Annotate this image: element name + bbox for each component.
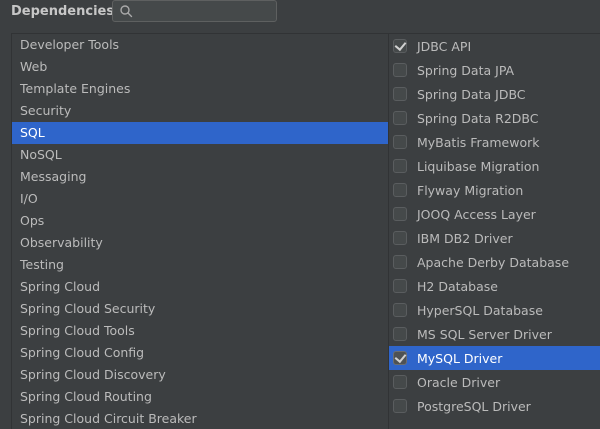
category-item[interactable]: Spring Cloud Tools (12, 320, 388, 342)
dependency-label: Spring Data JPA (417, 62, 515, 78)
dependency-item[interactable]: Oracle Driver (389, 370, 600, 394)
category-item[interactable]: Messaging (12, 166, 388, 188)
search-field[interactable] (112, 0, 277, 22)
dependency-label: H2 Database (417, 278, 498, 294)
category-item[interactable]: Spring Cloud Routing (12, 386, 388, 408)
dependency-item[interactable]: Spring Data JPA (389, 58, 600, 82)
category-list[interactable]: Developer Tools Web Template Engines Securi… (11, 33, 389, 429)
category-item[interactable]: I/O (12, 188, 388, 210)
checkbox[interactable] (393, 279, 407, 293)
category-item[interactable]: Security (12, 100, 388, 122)
dependency-item[interactable]: MySQL Driver (389, 346, 600, 370)
dependency-label: Oracle Driver (417, 374, 501, 390)
dependencies-header: Dependencies (0, 0, 600, 26)
dependency-item[interactable]: JDBC API (389, 34, 600, 58)
checkbox[interactable] (393, 135, 407, 149)
category-item[interactable]: Template Engines (12, 78, 388, 100)
checkbox[interactable] (393, 303, 407, 317)
category-item[interactable]: Spring Cloud Discovery (12, 364, 388, 386)
dependency-label: HyperSQL Database (417, 302, 543, 318)
category-item[interactable]: Spring Cloud Circuit Breaker (12, 408, 388, 429)
checkbox[interactable] (393, 87, 407, 101)
category-item[interactable]: Spring Cloud Security (12, 298, 388, 320)
category-item[interactable]: SQL (12, 122, 388, 144)
dependency-item[interactable]: Liquibase Migration (389, 154, 600, 178)
dependency-item[interactable]: Spring Data R2DBC (389, 106, 600, 130)
checkbox[interactable] (393, 327, 407, 341)
dependency-item[interactable]: HyperSQL Database (389, 298, 600, 322)
dependency-label: JDBC API (417, 38, 472, 54)
category-item[interactable]: Web (12, 56, 388, 78)
category-item[interactable]: Spring Cloud Config (12, 342, 388, 364)
checkbox[interactable] (393, 231, 407, 245)
dependencies-title: Dependencies (11, 4, 115, 19)
checkbox[interactable] (393, 159, 407, 173)
dependency-label: PostgreSQL Driver (417, 398, 531, 414)
dependency-list[interactable]: JDBC API Spring Data JPA Spring Data JDBC S… (389, 33, 600, 429)
dependency-item[interactable]: PostgreSQL Driver (389, 394, 600, 418)
dependency-label: Apache Derby Database (417, 254, 570, 270)
category-item[interactable]: Ops (12, 210, 388, 232)
category-item[interactable]: Testing (12, 254, 388, 276)
dependency-label: Liquibase Migration (417, 158, 540, 174)
checkbox[interactable] (393, 255, 407, 269)
dependency-item[interactable]: Apache Derby Database (389, 250, 600, 274)
dependency-label: IBM DB2 Driver (417, 230, 513, 246)
checkbox[interactable] (393, 375, 407, 389)
category-item[interactable]: Spring Cloud (12, 276, 388, 298)
dependency-label: Flyway Migration (417, 182, 524, 198)
dependency-label: JOOQ Access Layer (417, 206, 536, 222)
dependency-label: MyBatis Framework (417, 134, 540, 150)
dependency-item[interactable]: IBM DB2 Driver (389, 226, 600, 250)
checkbox[interactable] (393, 63, 407, 77)
checkbox[interactable] (393, 207, 407, 221)
dependency-item[interactable]: H2 Database (389, 274, 600, 298)
category-item[interactable]: Observability (12, 232, 388, 254)
checkbox[interactable] (393, 183, 407, 197)
checkbox-checked[interactable] (393, 351, 407, 365)
search-input[interactable] (137, 2, 273, 20)
category-item[interactable]: Developer Tools (12, 34, 388, 56)
dependency-item[interactable]: MS SQL Server Driver (389, 322, 600, 346)
category-item[interactable]: NoSQL (12, 144, 388, 166)
checkbox[interactable] (393, 111, 407, 125)
dependency-label: MySQL Driver (417, 350, 503, 366)
dependency-label: MS SQL Server Driver (417, 326, 552, 342)
dependency-item[interactable]: Spring Data JDBC (389, 82, 600, 106)
checkbox-checked[interactable] (393, 39, 407, 53)
dependency-item[interactable]: Flyway Migration (389, 178, 600, 202)
checkbox[interactable] (393, 399, 407, 413)
search-icon (120, 5, 133, 18)
dependency-label: Spring Data JDBC (417, 86, 526, 102)
dependency-item[interactable]: JOOQ Access Layer (389, 202, 600, 226)
dependency-item[interactable]: MyBatis Framework (389, 130, 600, 154)
dependency-label: Spring Data R2DBC (417, 110, 539, 126)
